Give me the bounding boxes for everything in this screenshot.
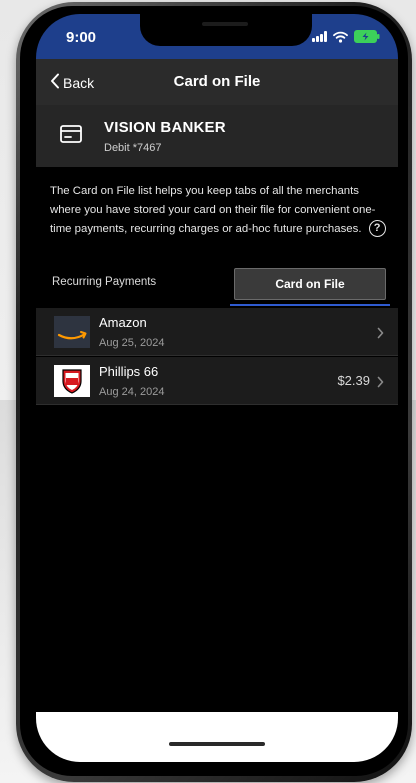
back-button[interactable]: Back <box>50 73 94 92</box>
active-tab-indicator <box>230 304 390 306</box>
card-icon <box>60 125 82 148</box>
help-icon[interactable]: ? <box>368 220 386 238</box>
back-label: Back <box>63 74 95 91</box>
wifi-icon <box>333 31 348 43</box>
merchant-date: Aug 25, 2024 <box>99 337 165 349</box>
notch <box>140 14 312 46</box>
status-icons <box>312 30 380 43</box>
chevron-right-icon <box>377 375 384 393</box>
navigation-bar: Back Card on File <box>36 59 398 105</box>
home-indicator[interactable] <box>169 742 265 746</box>
merchant-row-amazon[interactable]: Amazon Aug 25, 2024 <box>36 308 398 356</box>
chevron-left-icon <box>50 73 60 92</box>
merchant-row-phillips-66[interactable]: Phillips 66 Aug 24, 2024 $2.39 <box>36 357 398 405</box>
description-text: The Card on File list helps you keep tab… <box>50 185 376 235</box>
merchant-name: Phillips 66 <box>99 364 159 379</box>
merchant-amount: $2.39 <box>337 373 370 388</box>
phone-screen: 9:00 Back Card on File VISION BANKER Deb… <box>36 14 398 762</box>
chevron-right-icon <box>377 326 384 344</box>
amazon-logo <box>54 316 90 348</box>
tab-bar: Recurring Payments Card on File <box>36 266 398 308</box>
card-on-file-description: The Card on File list helps you keep tab… <box>50 182 386 239</box>
phillips-66-logo <box>54 365 90 397</box>
signal-icon <box>312 31 327 42</box>
tab-card-on-file[interactable]: Card on File <box>234 268 386 300</box>
merchant-date: Aug 24, 2024 <box>99 386 165 398</box>
merchant-list: Amazon Aug 25, 2024 Phillips 66 Aug 24, … <box>36 308 398 405</box>
battery-icon <box>354 30 380 43</box>
account-header: VISION BANKER Debit *7467 <box>36 105 398 167</box>
status-bar: 9:00 <box>36 14 398 59</box>
account-number: Debit *7467 <box>104 142 162 154</box>
status-time: 9:00 <box>66 29 97 46</box>
tab-recurring-payments[interactable]: Recurring Payments <box>52 276 156 288</box>
account-name: VISION BANKER <box>104 119 226 136</box>
home-area <box>36 712 398 762</box>
merchant-name: Amazon <box>99 315 147 330</box>
speaker <box>202 22 248 26</box>
